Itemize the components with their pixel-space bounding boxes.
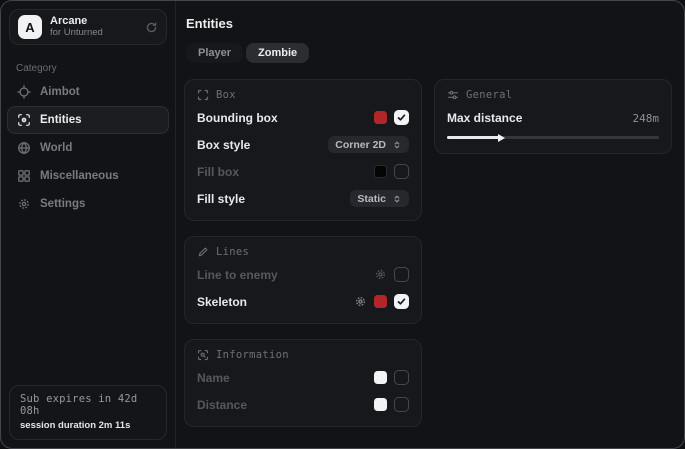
tab-player[interactable]: Player	[186, 43, 243, 63]
chevrons-up-down-icon	[392, 194, 402, 204]
distance-label: Distance	[197, 398, 247, 412]
box-style-label: Box style	[197, 138, 250, 152]
bounding-box-color-swatch[interactable]	[374, 111, 387, 124]
sidebar-item-label: Entities	[40, 114, 82, 126]
app-window: A Arcane for Unturned Category Aimbot	[0, 0, 685, 449]
gear-icon	[17, 197, 31, 211]
bounding-box-row: Bounding box	[197, 107, 409, 128]
fill-box-label: Fill box	[197, 165, 239, 179]
general-panel-title: General	[466, 89, 512, 101]
distance-row: Distance	[197, 394, 409, 415]
skeleton-settings-gear-icon[interactable]	[354, 295, 367, 308]
bounding-box-icon	[197, 89, 209, 101]
subscription-info: Sub expires in 42d 08h session duration …	[9, 385, 167, 440]
distance-color-swatch[interactable]	[374, 398, 387, 411]
sidebar-item-label: World	[40, 142, 72, 154]
right-column: General Max distance 248m	[434, 79, 672, 154]
box-panel-title: Box	[216, 89, 236, 101]
left-column: Box Bounding box Box style	[184, 79, 422, 427]
line-to-enemy-row: Line to enemy	[197, 264, 409, 285]
information-panel: Information Name Distance	[184, 339, 422, 427]
lines-panel-header: Lines	[197, 246, 409, 258]
brand-name: Arcane	[50, 15, 137, 28]
fill-style-label: Fill style	[197, 192, 245, 206]
box-panel-header: Box	[197, 89, 409, 101]
session-duration-text: session duration 2m 11s	[20, 420, 156, 431]
pencil-icon	[197, 246, 209, 258]
skeleton-label: Skeleton	[197, 295, 247, 309]
globe-icon	[17, 141, 31, 155]
grid-icon	[17, 169, 31, 183]
page-title: Entities	[186, 16, 672, 31]
box-style-row: Box style Corner 2D	[197, 134, 409, 155]
line-to-enemy-settings-gear-icon[interactable]	[374, 268, 387, 281]
sidebar-item-aimbot[interactable]: Aimbot	[7, 78, 169, 106]
fill-style-select[interactable]: Static	[350, 190, 409, 207]
box-style-select[interactable]: Corner 2D	[328, 136, 409, 153]
bounding-box-checkbox[interactable]	[394, 110, 409, 125]
max-distance-row: Max distance 248m	[447, 108, 659, 128]
chevrons-up-down-icon	[392, 140, 402, 150]
tab-zombie[interactable]: Zombie	[246, 43, 309, 63]
sidebar-item-settings[interactable]: Settings	[7, 190, 169, 218]
sidebar-item-world[interactable]: World	[7, 134, 169, 162]
app-logo: A	[18, 15, 42, 39]
name-checkbox[interactable]	[394, 370, 409, 385]
sidebar-item-label: Miscellaneous	[40, 170, 119, 182]
max-distance-label: Max distance	[447, 111, 522, 125]
skeleton-color-swatch[interactable]	[374, 295, 387, 308]
entity-tabs: Player Zombie	[186, 43, 672, 63]
bounding-box-label: Bounding box	[197, 111, 278, 125]
skeleton-row: Skeleton	[197, 291, 409, 312]
max-distance-value: 248m	[633, 112, 660, 125]
fill-style-row: Fill style Static	[197, 188, 409, 209]
name-row: Name	[197, 367, 409, 388]
max-distance-slider[interactable]	[447, 133, 659, 142]
main-content: Entities Player Zombie Box	[176, 1, 684, 448]
information-panel-header: Information	[197, 349, 409, 361]
brand-text: Arcane for Unturned	[50, 15, 137, 39]
line-to-enemy-label: Line to enemy	[197, 268, 278, 282]
name-color-swatch[interactable]	[374, 371, 387, 384]
fill-box-checkbox[interactable]	[394, 164, 409, 179]
distance-checkbox[interactable]	[394, 397, 409, 412]
brand-subtitle: for Unturned	[50, 28, 137, 39]
sub-expires-text: Sub expires in 42d 08h	[20, 393, 156, 417]
refresh-icon[interactable]	[145, 21, 158, 34]
line-to-enemy-checkbox[interactable]	[394, 267, 409, 282]
sidebar-item-entities[interactable]: Entities	[7, 106, 169, 134]
slider-thumb[interactable]	[498, 134, 505, 142]
sidebar-item-label: Settings	[40, 198, 85, 210]
information-panel-title: Information	[216, 349, 289, 361]
box-style-value: Corner 2D	[335, 139, 386, 151]
fill-box-row: Fill box	[197, 161, 409, 182]
sidebar-item-label: Aimbot	[40, 86, 80, 98]
sliders-icon	[447, 89, 459, 101]
name-label: Name	[197, 371, 230, 385]
general-panel: General Max distance 248m	[434, 79, 672, 154]
lines-panel: Lines Line to enemy	[184, 236, 422, 324]
brand-card: A Arcane for Unturned	[9, 9, 167, 45]
sidebar-nav: Aimbot Entities World	[1, 78, 175, 218]
panel-columns: Box Bounding box Box style	[184, 79, 672, 427]
slider-fill	[447, 136, 500, 139]
scan-eye-icon	[17, 113, 31, 127]
scan-search-icon	[197, 349, 209, 361]
skeleton-checkbox[interactable]	[394, 294, 409, 309]
sidebar-item-miscellaneous[interactable]: Miscellaneous	[7, 162, 169, 190]
general-panel-header: General	[447, 89, 659, 101]
lines-panel-title: Lines	[216, 246, 249, 258]
fill-box-color-swatch[interactable]	[374, 165, 387, 178]
box-panel: Box Bounding box Box style	[184, 79, 422, 221]
category-label: Category	[16, 63, 175, 74]
sidebar: A Arcane for Unturned Category Aimbot	[1, 1, 176, 448]
fill-style-value: Static	[357, 193, 386, 205]
crosshair-icon	[17, 85, 31, 99]
